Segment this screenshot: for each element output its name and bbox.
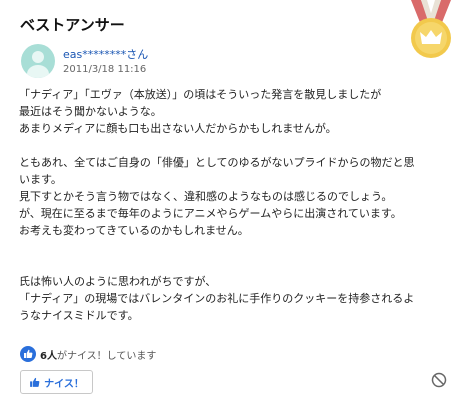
prohibited-icon[interactable]: [431, 372, 447, 388]
answer-line: ともあれ、全てはご自身の「俳優」としてのゆるがないプライドからの物だと思: [19, 156, 415, 169]
crown-medal-icon: [411, 0, 451, 58]
nice-count-suffix: がナイス！しています: [56, 350, 157, 362]
answer-line: 見下すとかそう言う物ではなく、違和感のようなものは感じるのでしょう。: [19, 190, 393, 203]
avatar[interactable]: [21, 44, 55, 78]
answer-text: 「ナディア」「エヴァ（本放送）」の頃はそういった発言を散見しましたが 最近はそう…: [19, 86, 464, 324]
answer-line: [19, 256, 464, 273]
nice-button-label: ナイス！: [44, 378, 84, 390]
post-date: 2011/3/18 11:16: [63, 64, 147, 75]
answer-line: お考えも変わってきているのかもしれません。: [19, 224, 249, 237]
answer-line: [19, 239, 464, 256]
answer-line: が、現在に至るまで毎年のようにアニメやらゲームやらに出演されています。: [19, 207, 402, 220]
answer-line: 氏は怖い人のように思われがちですが、: [19, 275, 217, 288]
answer-line: うなナイスミドルです。: [19, 309, 139, 322]
answer-line: [19, 137, 464, 154]
best-answer-title: ベストアンサー: [20, 16, 125, 34]
best-answer-card: ベストアンサー eas********さん 2011/3/18 11:16 「ナ…: [0, 0, 474, 412]
answer-line: 最近はそう聞かないような。: [19, 105, 162, 118]
answer-line: 「ナディア」の現場ではバレンタインのお礼に手作りのクッキーを持参されるよ: [19, 292, 415, 305]
user-name-link[interactable]: eas********さん: [63, 46, 148, 62]
nice-count-row: 6人 がナイス！しています: [20, 346, 156, 362]
nice-count[interactable]: 6人: [40, 347, 57, 362]
thumbs-up-icon: [30, 377, 40, 387]
thumbs-up-icon: [20, 346, 36, 362]
nice-button[interactable]: ナイス！: [20, 370, 93, 394]
answer-line: 「ナディア」「エヴァ（本放送）」の頃はそういった発言を散見しましたが: [19, 88, 382, 101]
answer-line: あまりメディアに顔も口も出さない人だからかもしれませんが。: [19, 122, 337, 135]
answer-line: います。: [19, 173, 62, 186]
